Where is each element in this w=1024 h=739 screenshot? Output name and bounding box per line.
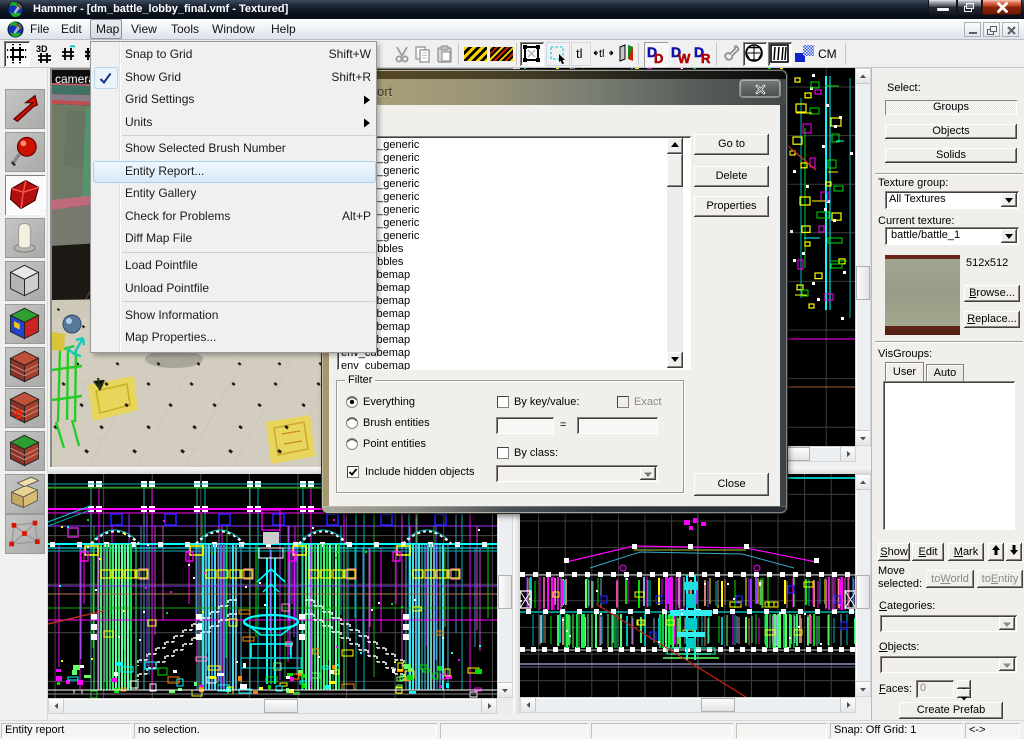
svg-text:tl: tl: [576, 46, 583, 61]
svg-text:3D: 3D: [36, 44, 48, 54]
svg-text:D: D: [654, 51, 663, 65]
svg-text:tl: tl: [599, 48, 605, 60]
svg-text:R: R: [701, 51, 711, 65]
svg-text:W: W: [678, 51, 691, 65]
